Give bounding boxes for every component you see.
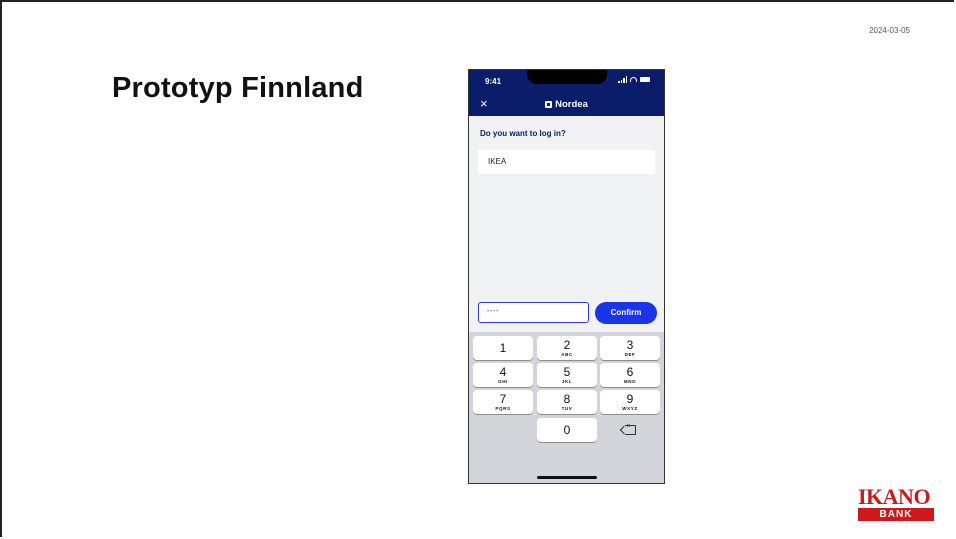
brand-name: Nordea [555,99,588,110]
key-letters: TUV [561,406,573,411]
brand-logo: Nordea [469,99,664,110]
key-digit: 6 [626,365,634,379]
key-letters: JKL [561,379,573,384]
key-1[interactable]: 1 [473,336,533,360]
slide: 2024-03-05 Prototyp Finnland 9:41 × Nord… [0,0,954,537]
status-time: 9:41 [485,77,502,86]
key-2[interactable]: 2 ABC [537,336,597,360]
key-7[interactable]: 7 PQRS [473,390,533,414]
key-5[interactable]: 5 JKL [537,363,597,387]
confirm-button[interactable]: Confirm [595,302,657,324]
key-digit: 7 [499,392,507,406]
home-indicator [537,476,597,479]
key-3[interactable]: 3 DEF [600,336,660,360]
signal-icon [618,76,627,83]
merchant-card: IKEA [478,150,655,174]
status-bar: 9:41 [469,70,664,94]
wifi-icon [630,77,637,82]
key-9[interactable]: 9 WXYZ [600,390,660,414]
key-letters: WXYZ [622,406,638,411]
status-icons [618,76,650,83]
key-8[interactable]: 8 TUV [537,390,597,414]
slide-date: 2024-03-05 [869,26,910,35]
slide-title: Prototyp Finnland [112,72,364,104]
key-letters: DEF [624,352,636,357]
key-6[interactable]: 6 MNO [600,363,660,387]
key-digit: 8 [563,392,571,406]
key-digit: 2 [563,338,571,352]
key-letters: ABC [561,352,573,357]
phone-notch [527,70,607,84]
key-4[interactable]: 4 GHI [473,363,533,387]
logo-wordmark: IKANO [858,484,931,509]
nordea-logo-icon [545,101,553,108]
key-letters: GHI [498,379,508,384]
phone-mockup: 9:41 × Nordea Do you want to log in? IKE… [468,69,665,484]
key-digit: 0 [563,423,571,437]
numeric-keypad: 1 2 ABC 3 DEF 4 GHI 5 JKL 6 MNO 7 PQRS 8… [469,332,664,483]
key-0[interactable]: 0 [537,418,597,442]
key-digit: 3 [626,338,634,352]
key-digit: 9 [626,392,634,406]
login-question: Do you want to log in? [480,129,566,138]
key-letters: PQRS [495,406,511,411]
key-digit: 5 [563,365,571,379]
key-digit: 4 [499,365,507,379]
key-digit: 1 [499,341,507,355]
key-letters: MNO [623,379,637,384]
battery-icon [640,77,650,82]
app-header: × Nordea [469,94,664,116]
backspace-icon: × [624,423,636,435]
backspace-key[interactable]: × [600,418,660,442]
pin-input[interactable]: •••• [478,302,589,323]
ikano-bank-logo: IKANO BANK [858,486,936,524]
logo-bank-label: BANK [858,508,934,521]
